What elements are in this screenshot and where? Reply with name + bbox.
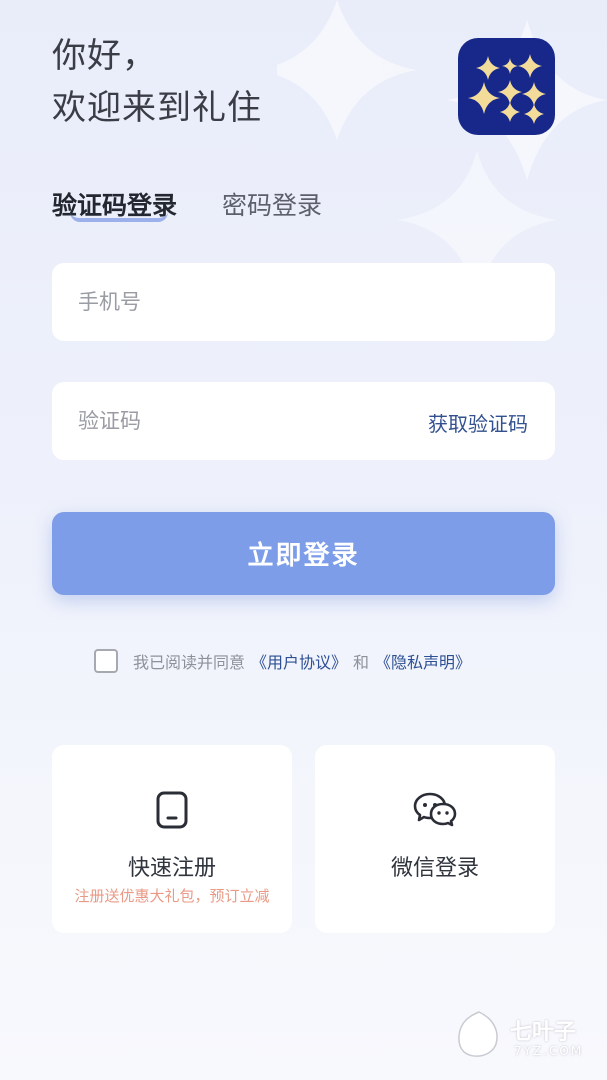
watermark: 七叶子 7YZ.COM	[452, 1008, 602, 1068]
tab-password-login-label: 密码登录	[222, 191, 323, 220]
agreement-checkbox[interactable]	[94, 649, 118, 673]
greeting-line-2: 欢迎来到礼住	[52, 88, 262, 128]
wechat-login-card[interactable]: 微信登录	[315, 745, 555, 933]
quick-register-card[interactable]: 快速注册 注册送优惠大礼包，预订立减	[52, 745, 292, 933]
phone-field	[52, 263, 555, 341]
user-agreement-link[interactable]: 《用户协议》	[251, 649, 347, 673]
get-code-button[interactable]: 获取验证码	[428, 408, 528, 437]
quick-register-promo: 注册送优惠大礼包，预订立减	[74, 887, 270, 905]
greeting: 你好， 欢迎来到礼住	[52, 30, 262, 134]
app-logo	[458, 38, 555, 135]
quick-register-title: 快速注册	[127, 856, 216, 881]
watermark-text: 七叶子	[510, 1020, 577, 1045]
phone-icon	[156, 791, 188, 829]
active-tab-underline	[70, 212, 168, 222]
verification-code-input[interactable]	[78, 382, 398, 460]
greeting-line-1: 你好，	[52, 36, 157, 76]
sparkle-logo-icon	[468, 54, 546, 124]
agreement-row: 我已阅读并同意 《用户协议》 和 《隐私声明》	[94, 648, 477, 674]
tab-password-login[interactable]: 密码登录	[222, 186, 322, 222]
privacy-policy-link[interactable]: 《隐私声明》	[375, 649, 471, 673]
phone-input[interactable]	[78, 263, 398, 341]
agreement-conjunction: 和	[353, 653, 370, 672]
wechat-login-title: 微信登录	[390, 856, 479, 881]
code-field: 获取验证码	[52, 382, 555, 460]
login-button[interactable]: 立即登录	[52, 512, 555, 595]
agreement-prefix: 我已阅读并同意	[133, 653, 246, 672]
watermark-subtext: 7YZ.COM	[514, 1044, 584, 1058]
leaf-logo-icon	[458, 1011, 498, 1057]
background-decoration	[277, 0, 607, 300]
wechat-icon	[413, 792, 457, 827]
tab-sms-login[interactable]: 验证码登录	[52, 186, 177, 222]
